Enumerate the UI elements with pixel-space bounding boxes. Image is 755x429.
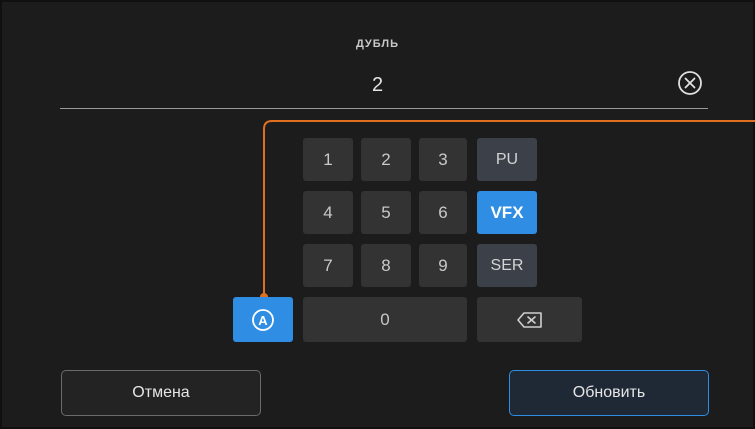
update-button[interactable]: Обновить <box>509 370 709 416</box>
key-9[interactable]: 9 <box>419 244 467 287</box>
key-6[interactable]: 6 <box>419 191 467 234</box>
field-underline <box>60 108 708 109</box>
key-pu[interactable]: PU <box>477 138 537 181</box>
auto-increment-button[interactable]: A <box>233 297 293 342</box>
clear-icon[interactable] <box>677 70 703 96</box>
key-5[interactable]: 5 <box>361 191 411 234</box>
cancel-button[interactable]: Отмена <box>61 370 261 416</box>
circled-a-icon: A <box>252 308 274 331</box>
field-title: ДУБЛЬ <box>355 38 400 50</box>
backspace-button[interactable] <box>477 297 582 342</box>
key-1[interactable]: 1 <box>303 138 353 181</box>
key-7[interactable]: 7 <box>303 244 353 287</box>
key-ser[interactable]: SER <box>477 244 537 287</box>
key-8[interactable]: 8 <box>361 244 411 287</box>
backspace-icon <box>516 311 542 328</box>
key-2[interactable]: 2 <box>361 138 411 181</box>
svg-text:A: A <box>258 313 268 328</box>
key-4[interactable]: 4 <box>303 191 353 234</box>
take-value-input[interactable]: 2 <box>0 74 755 97</box>
key-3[interactable]: 3 <box>419 138 467 181</box>
key-vfx[interactable]: VFX <box>477 191 537 234</box>
key-0[interactable]: 0 <box>303 297 467 342</box>
